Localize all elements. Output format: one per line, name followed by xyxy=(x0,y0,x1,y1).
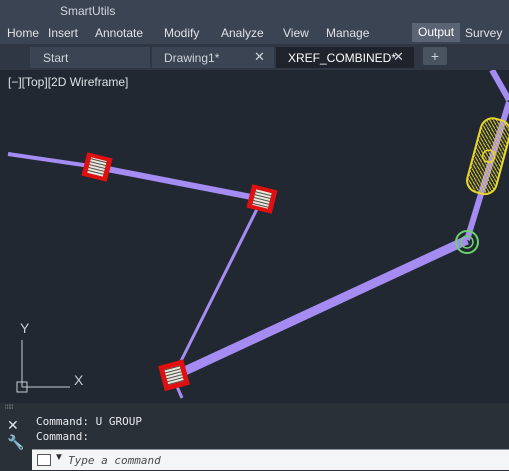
command-line-panel: ⁞⁞⁞⁞⁞ ✕ 🔧 Command: U GROUP Command: ▼ xyxy=(0,403,509,471)
drawing-svg xyxy=(7,70,509,399)
polyline-segment[interactable] xyxy=(489,70,509,102)
ribbon-tab-manage[interactable]: Manage xyxy=(326,26,369,40)
file-tab-drawing1[interactable]: Drawing1* ✕ xyxy=(152,47,274,68)
polyline-segment[interactable] xyxy=(96,164,263,202)
file-tab-xref-combined-label: XREF_COMBINED* xyxy=(288,51,397,65)
command-history-line: Command: xyxy=(36,430,89,443)
ribbon-tab-home[interactable]: Home xyxy=(7,26,39,40)
red-marker[interactable] xyxy=(246,184,278,214)
ucs-y-label: Y xyxy=(20,320,30,336)
ribbon-tab-output[interactable]: Output xyxy=(412,23,461,42)
app-title: SmartUtils xyxy=(60,4,116,18)
ribbon-tab-bar: Home Insert Annotate Modify Analyze View… xyxy=(0,22,509,44)
ribbon-tab-analyze[interactable]: Analyze xyxy=(221,26,264,40)
command-history-line: Command: U GROUP xyxy=(36,415,142,428)
grip-handle-icon[interactable]: ⁞⁞⁞⁞⁞ xyxy=(5,405,19,411)
red-marker[interactable] xyxy=(158,359,190,392)
close-icon[interactable]: ✕ xyxy=(7,417,19,434)
file-tab-start-label: Start xyxy=(43,51,69,65)
title-bar: SmartUtils xyxy=(0,0,509,22)
viewport-controls-label[interactable]: [−][Top][2D Wireframe] xyxy=(8,75,128,89)
red-markers[interactable] xyxy=(81,152,278,392)
add-tab-button[interactable]: + xyxy=(423,47,447,65)
file-tab-drawing1-label: Drawing1* xyxy=(164,51,220,65)
dropdown-arrow-icon[interactable]: ▼ xyxy=(54,452,64,463)
ribbon-tab-annotate[interactable]: Annotate xyxy=(95,26,143,40)
command-input[interactable] xyxy=(66,451,490,470)
close-icon[interactable]: ✕ xyxy=(254,49,265,65)
close-icon[interactable]: ✕ xyxy=(393,49,404,65)
polyline-lines[interactable] xyxy=(7,70,509,399)
ribbon-tab-modify[interactable]: Modify xyxy=(164,26,199,40)
drawing-canvas[interactable]: [−][Top][2D Wireframe] Y X xyxy=(0,70,509,403)
polyline-segment[interactable] xyxy=(172,198,264,376)
command-input-bar: ▼ xyxy=(32,449,509,470)
polyline-segment[interactable] xyxy=(7,152,98,169)
file-tab-start[interactable]: Start xyxy=(30,47,150,68)
yellow-block-symbol[interactable] xyxy=(464,116,509,197)
ribbon-tab-view[interactable]: View xyxy=(283,26,309,40)
wrench-icon[interactable]: 🔧 xyxy=(7,434,24,451)
ribbon-tab-survey[interactable]: Survey xyxy=(465,26,502,40)
polyline-segment[interactable] xyxy=(172,235,469,381)
ucs-x-label: X xyxy=(74,372,84,388)
ucs-icon xyxy=(16,340,70,393)
ribbon-tab-insert[interactable]: Insert xyxy=(48,26,78,40)
red-marker[interactable] xyxy=(81,152,113,182)
file-tab-xref-combined[interactable]: XREF_COMBINED* ✕ xyxy=(276,47,414,68)
command-prompt-icon[interactable] xyxy=(37,454,51,466)
